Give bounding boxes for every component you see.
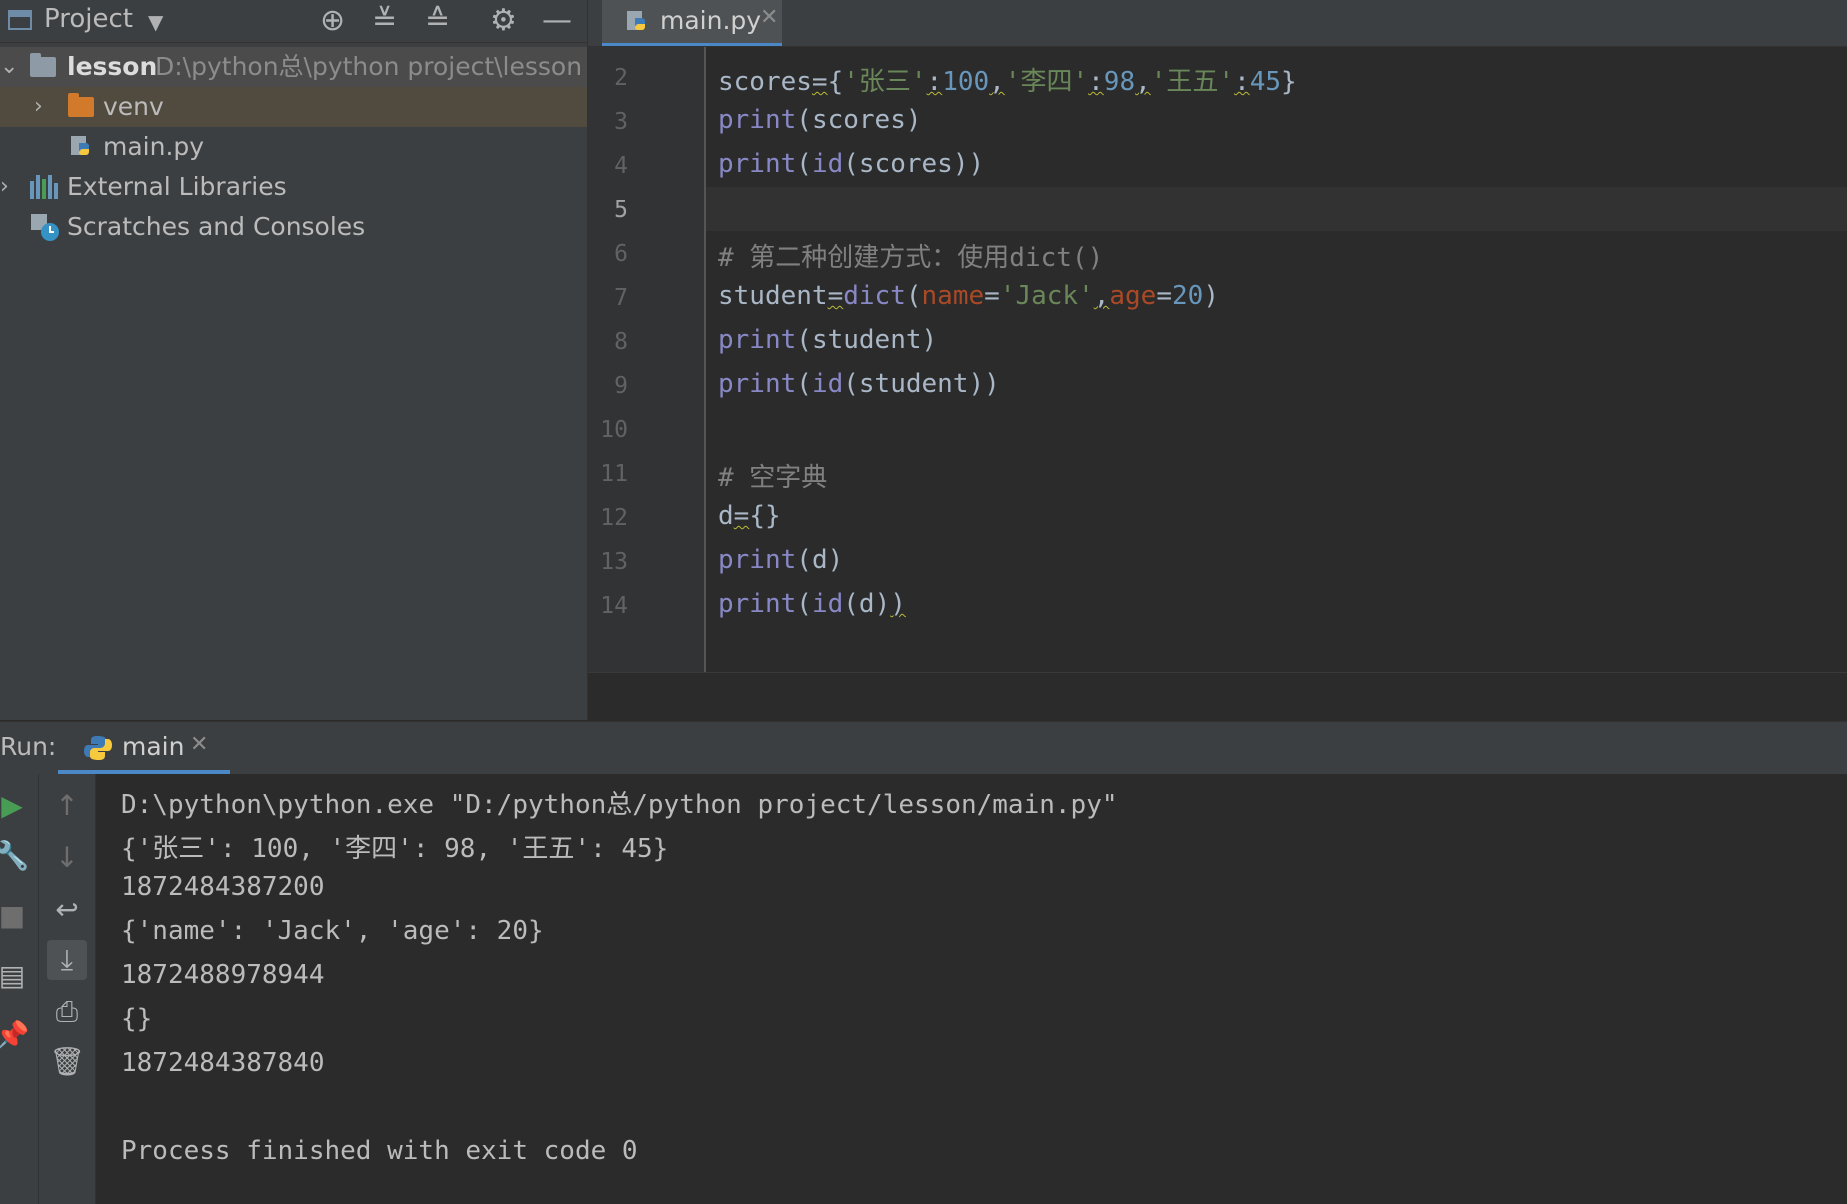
line-number: 9: [614, 373, 628, 399]
python-file-icon: [627, 11, 645, 30]
arrow-down-icon[interactable]: ↓: [47, 838, 87, 878]
arrow-up-icon[interactable]: ↑: [47, 786, 87, 826]
code-line: scores={'张三':100,'李四':98,'王五':45}: [718, 67, 1297, 97]
tree-item-lesson[interactable]: ⌄ lesson D:\python总\python project\lesso…: [0, 47, 587, 87]
project-view-selector[interactable]: Project: [44, 4, 133, 34]
close-icon[interactable]: ✕: [760, 5, 778, 30]
layout-icon[interactable]: ▤: [0, 956, 32, 996]
line-number: 6: [614, 241, 628, 267]
code-line: print(id(scores)): [718, 149, 985, 179]
tree-item-label: lesson: [67, 52, 158, 81]
console-line: {}: [121, 1004, 153, 1034]
line-number: 2: [614, 65, 628, 91]
chevron-right-icon[interactable]: ›: [0, 167, 9, 207]
console-line: 1872484387840: [121, 1048, 325, 1078]
code-line: d={}: [718, 501, 781, 531]
code-line: print(student): [718, 325, 938, 355]
console-line: 1872484387200: [121, 872, 325, 902]
code-line: print(scores): [718, 105, 922, 135]
code-line: student=dict(name='Jack',age=20): [718, 281, 1219, 311]
tree-item-scratches[interactable]: Scratches and Consoles: [0, 207, 587, 247]
run-tab-label: main: [122, 732, 185, 761]
python-icon: [84, 736, 112, 760]
minimize-icon[interactable]: —: [542, 4, 572, 38]
console-output[interactable]: D:\python\python.exe "D:/python总/python …: [96, 774, 1847, 1204]
scroll-to-end-icon[interactable]: ⤓: [47, 940, 87, 980]
stop-icon[interactable]: ■: [0, 896, 32, 936]
python-file-icon: [71, 136, 89, 155]
printer-icon[interactable]: ⎙: [47, 992, 87, 1032]
line-number: 14: [600, 593, 628, 619]
console-line: 1872488978944: [121, 960, 325, 990]
code-line: print(id(d)): [718, 589, 906, 619]
chevron-down-icon[interactable]: ⌄: [0, 47, 18, 87]
code-editor[interactable]: 2 3 4 5 6 7 8 9 10 11 12 13 14 scores={'…: [588, 47, 1847, 672]
chevron-right-icon[interactable]: ›: [34, 87, 43, 127]
console-line: {'张三': 100, '李四': 98, '王五': 45}: [121, 834, 669, 864]
gear-icon[interactable]: ⚙: [490, 4, 517, 38]
line-number: 7: [614, 285, 628, 311]
tree-item-label: Scratches and Consoles: [67, 212, 366, 241]
line-number: 11: [600, 461, 628, 487]
soft-wrap-icon[interactable]: ↩: [47, 890, 87, 930]
close-icon[interactable]: ✕: [190, 732, 208, 757]
console-exit-line: Process finished with exit code 0: [121, 1136, 638, 1166]
tab-run-main[interactable]: main ✕: [58, 722, 230, 774]
code-comment-line: # 空字典: [718, 463, 828, 493]
line-number: 12: [600, 505, 628, 531]
tree-item-label: venv: [103, 92, 164, 121]
run-toolbar-secondary: ↑ ↓ ↩ ⤓ ⎙ 🗑: [39, 774, 96, 1204]
line-number: 3: [614, 109, 628, 135]
line-number: 8: [614, 329, 628, 355]
expand-all-icon[interactable]: ≚: [372, 4, 397, 38]
tab-main-py[interactable]: main.py ✕: [602, 0, 782, 46]
play-icon[interactable]: ▶: [0, 786, 32, 826]
run-toolbar-primary: ▶ 🔧 ■ ▤ 📌: [0, 774, 39, 1204]
line-number-gutter: 2 3 4 5 6 7 8 9 10 11 12 13 14: [588, 47, 706, 672]
tree-item-path: D:\python总\python project\lesson: [155, 52, 583, 81]
tree-item-label: External Libraries: [67, 172, 287, 201]
run-panel-header: Run: main ✕: [0, 721, 1847, 775]
console-line: {'name': 'Jack', 'age': 20}: [121, 916, 544, 946]
tree-item-label: main.py: [103, 132, 205, 161]
console-line: D:\python\python.exe "D:/python总/python …: [121, 790, 1118, 820]
scratches-icon: [31, 214, 59, 241]
editor-bottom-area: [588, 672, 1847, 721]
tab-label: main.py: [660, 6, 762, 35]
folder-icon: [30, 53, 56, 77]
line-number: 4: [614, 153, 628, 179]
project-panel-header: Project ▼ ⊕ ≚ ≙ ⚙ —: [0, 0, 587, 43]
wrench-icon[interactable]: 🔧: [0, 836, 32, 876]
chevron-down-icon[interactable]: ▼: [148, 10, 163, 34]
tree-item-main-py[interactable]: main.py: [0, 127, 587, 167]
libraries-icon: [30, 175, 58, 199]
caret-line-highlight: [706, 187, 1847, 231]
tree-item-external-libraries[interactable]: › External Libraries: [0, 167, 587, 207]
line-number-current: 5: [614, 197, 628, 223]
project-panel: Project ▼ ⊕ ≚ ≙ ⚙ — ⌄ lesson D:\python总\…: [0, 0, 588, 720]
folder-icon: [68, 93, 94, 117]
code-comment-line: # 第二种创建方式：使用dict(): [718, 243, 1104, 273]
crosshair-icon[interactable]: ⊕: [320, 4, 345, 38]
run-label: Run:: [0, 732, 57, 761]
pin-icon[interactable]: 📌: [0, 1016, 32, 1056]
project-window-icon: [8, 10, 32, 30]
line-number: 13: [600, 549, 628, 575]
trash-icon[interactable]: 🗑: [47, 1042, 87, 1082]
tree-item-venv[interactable]: › venv: [0, 87, 587, 127]
collapse-all-icon[interactable]: ≙: [425, 4, 450, 38]
code-line: print(id(student)): [718, 369, 1000, 399]
editor-tab-bar: main.py ✕: [588, 0, 1847, 47]
line-number: 10: [600, 417, 628, 443]
code-line: print(d): [718, 545, 844, 575]
